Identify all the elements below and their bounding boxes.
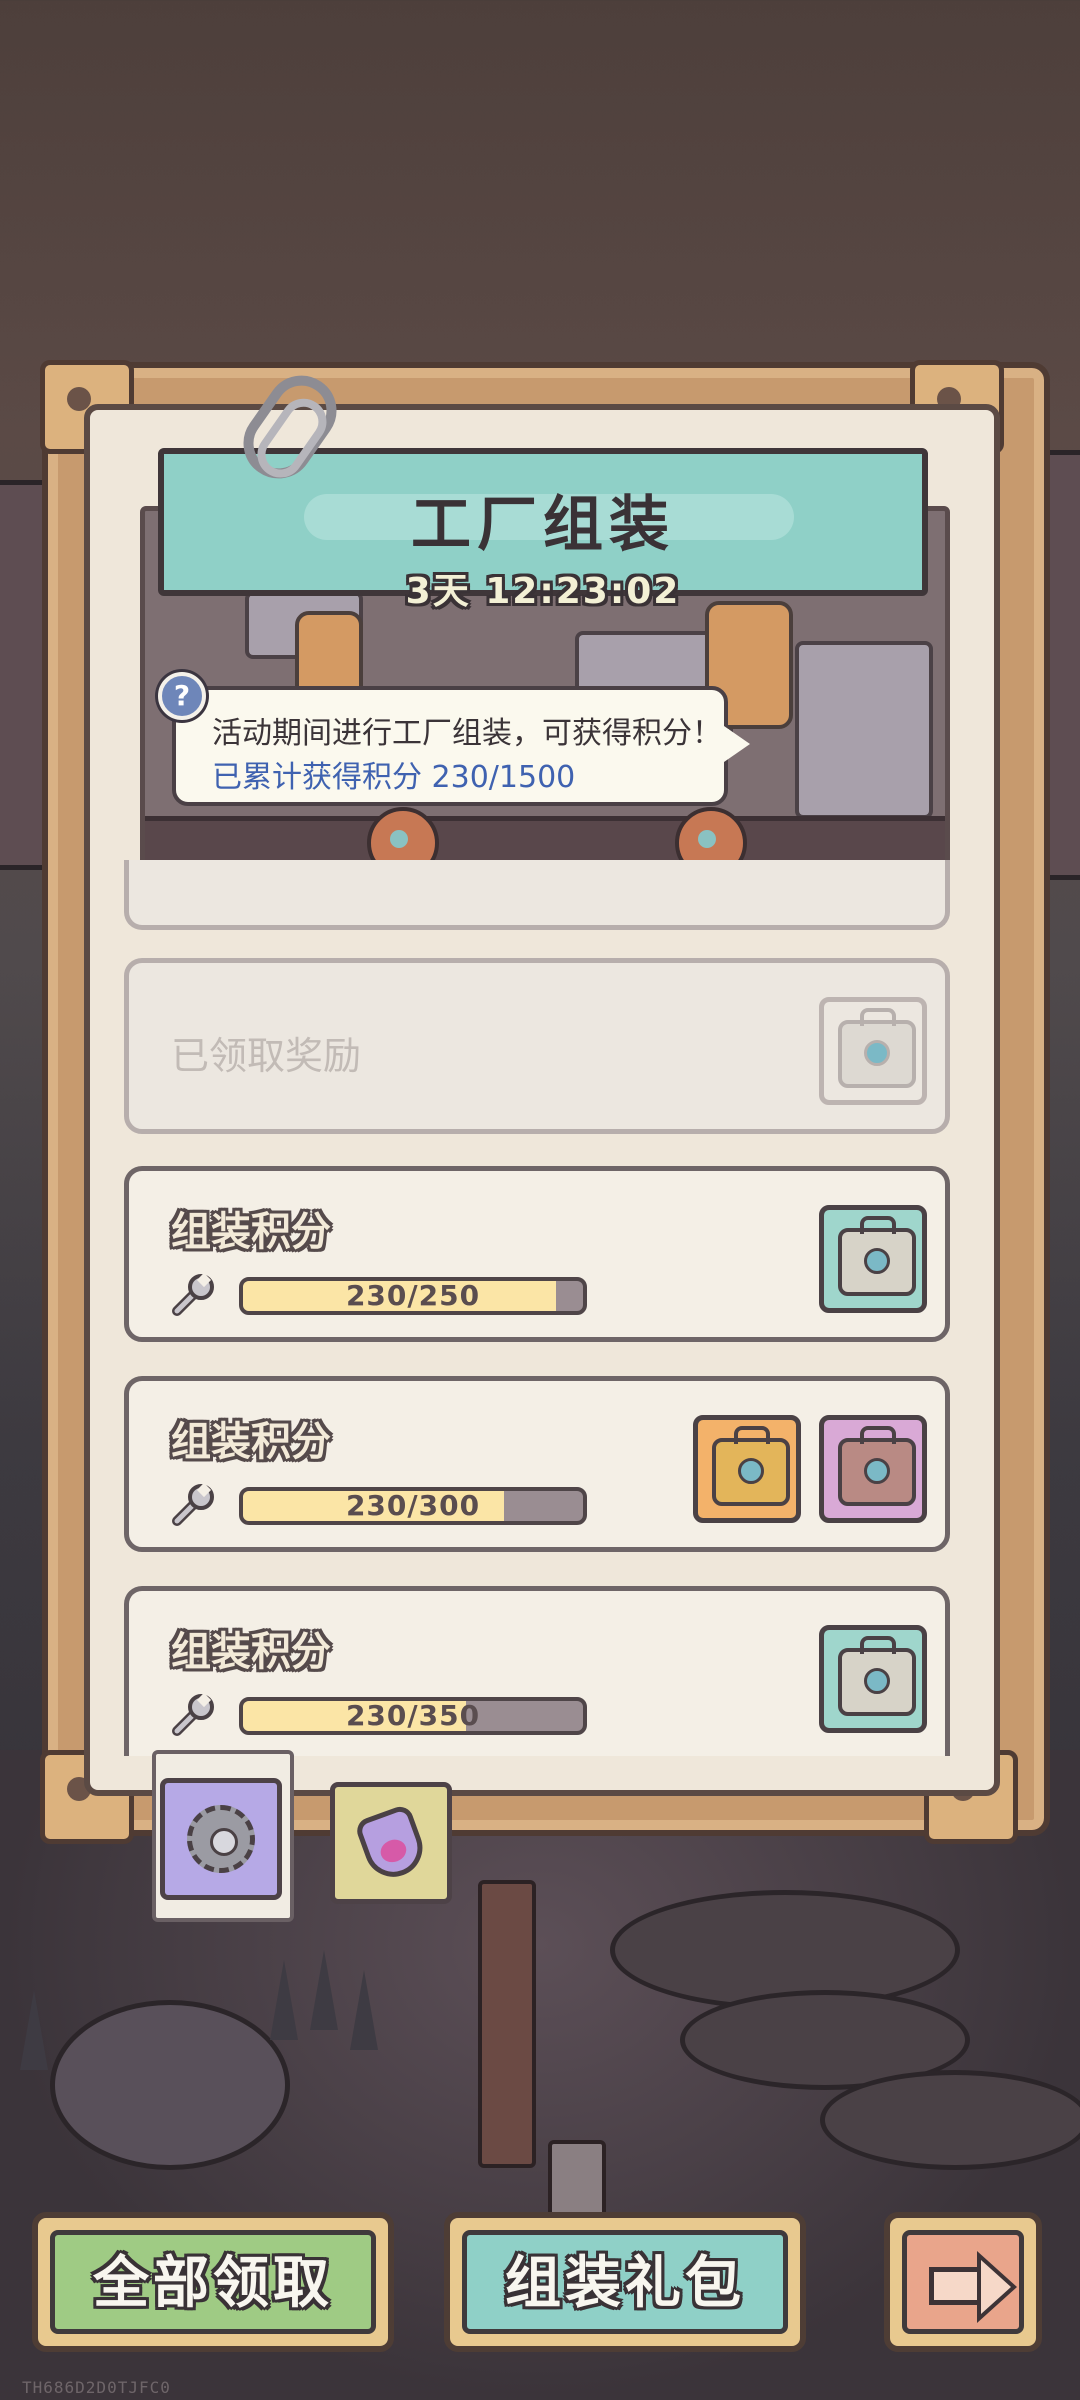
reward-row-hidden bbox=[124, 860, 950, 930]
reward-chest-slot[interactable] bbox=[819, 1625, 927, 1733]
reward-label: 组装积分 bbox=[171, 1419, 331, 1465]
reward-chest-slot[interactable] bbox=[819, 1415, 927, 1523]
build-watermark: TH686D2D0TJFC0 bbox=[22, 2378, 171, 2397]
progress-text: 230/350 bbox=[345, 1699, 481, 1732]
wrench-icon bbox=[172, 1482, 214, 1526]
chest-icon bbox=[712, 1426, 790, 1506]
tab-assembly-icon-frame bbox=[160, 1778, 282, 1900]
claim-all-label: 全部领取 bbox=[93, 2251, 333, 2316]
event-tip-bubble: 活动期间进行工厂组装，可获得积分！ 已累计获得积分 230/1500 bbox=[172, 686, 750, 806]
assembly-pack-label: 组装礼包 bbox=[505, 2251, 745, 2316]
reward-row: 已领取奖励 bbox=[124, 958, 950, 1134]
reward-row: 组装积分 230/250 bbox=[124, 1166, 950, 1342]
grass-tuft bbox=[20, 1990, 48, 2070]
reward-row: 组装积分 230/350 bbox=[124, 1586, 950, 1756]
assembly-pack-button[interactable]: 组装礼包 bbox=[444, 2212, 806, 2352]
tip-description: 活动期间进行工厂组装，可获得积分！ bbox=[212, 716, 722, 751]
rock bbox=[50, 2000, 290, 2170]
event-timer: 3天 12:23:02 bbox=[405, 571, 681, 612]
reward-claimed-label: 已领取奖励 bbox=[171, 1034, 362, 1078]
chest-icon bbox=[838, 1426, 916, 1506]
claim-all-button[interactable]: 全部领取 bbox=[32, 2212, 394, 2352]
grass-tuft bbox=[310, 1950, 338, 2030]
reward-progress-bar: 230/300 bbox=[239, 1487, 587, 1525]
next-button[interactable] bbox=[884, 2212, 1042, 2352]
grass-tuft bbox=[350, 1970, 378, 2050]
tab-potion[interactable] bbox=[330, 1782, 452, 1904]
wooden-post bbox=[478, 1880, 536, 2168]
tip-points-total: 已累计获得积分 230/1500 bbox=[212, 760, 576, 795]
reward-chest-slot[interactable] bbox=[819, 1205, 927, 1313]
next-face bbox=[902, 2230, 1024, 2334]
reward-progress-bar: 230/350 bbox=[239, 1697, 587, 1735]
reward-chest-slot[interactable] bbox=[693, 1415, 801, 1523]
reward-label: 组装积分 bbox=[171, 1629, 331, 1675]
wrench-icon bbox=[172, 1692, 214, 1736]
chest-icon bbox=[838, 1008, 916, 1088]
help-icon[interactable]: ? bbox=[158, 672, 206, 720]
gear-icon bbox=[187, 1805, 255, 1873]
grass-tuft bbox=[270, 1960, 298, 2040]
tab-assembly[interactable] bbox=[152, 1750, 294, 1922]
small-post bbox=[548, 2140, 606, 2218]
progress-text: 230/300 bbox=[345, 1489, 481, 1522]
wrench-icon bbox=[172, 1272, 214, 1316]
chest-icon bbox=[838, 1636, 916, 1716]
progress-text: 230/250 bbox=[345, 1279, 481, 1312]
stepping-stone bbox=[820, 2070, 1080, 2170]
reward-row: 组装积分 230/300 bbox=[124, 1376, 950, 1552]
reward-label: 组装积分 bbox=[171, 1209, 331, 1255]
event-title: 工厂组装 bbox=[411, 490, 675, 560]
reward-progress-bar: 230/250 bbox=[239, 1277, 587, 1315]
reward-chest-slot bbox=[819, 997, 927, 1105]
chest-icon bbox=[838, 1216, 916, 1296]
potion-icon bbox=[353, 1803, 431, 1885]
